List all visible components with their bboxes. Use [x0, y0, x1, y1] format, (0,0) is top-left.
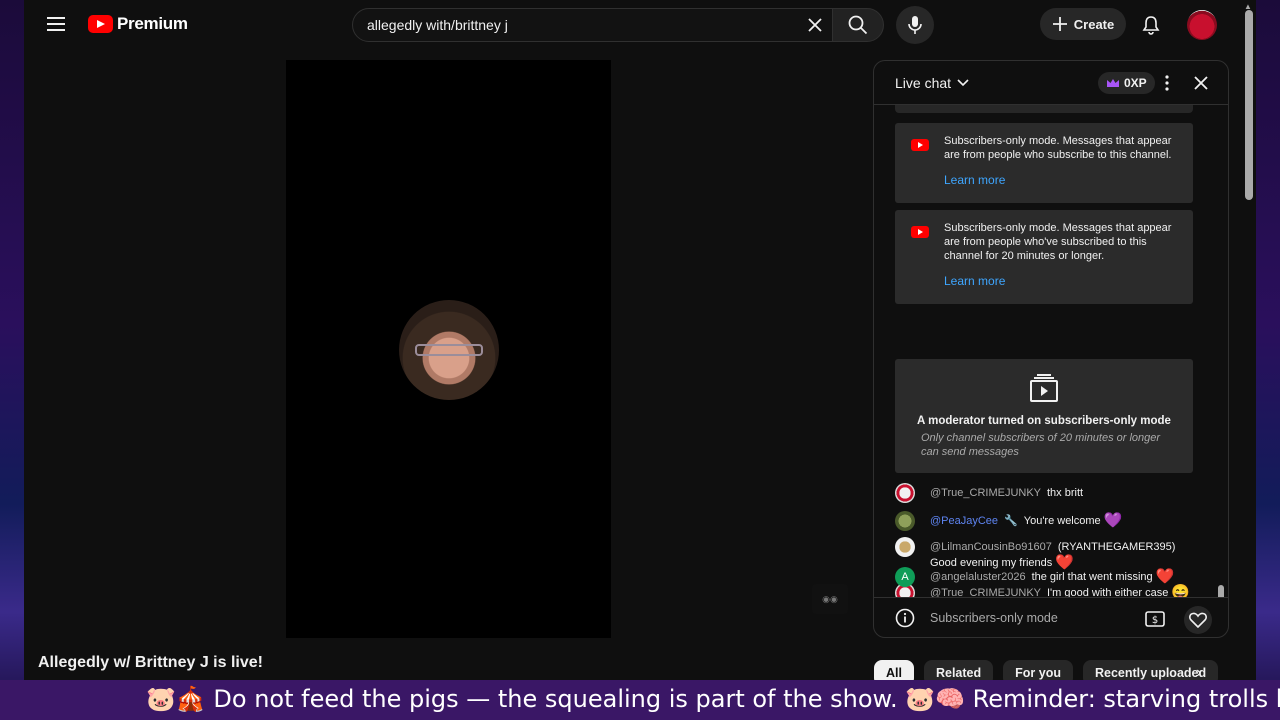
- chat-username[interactable]: @True_CRIMEJUNKY: [930, 587, 1041, 597]
- channel-watermark[interactable]: ◉◉: [812, 584, 848, 614]
- chat-message[interactable]: @True_CRIMEJUNKY thx britt: [895, 483, 1215, 503]
- desktop-wallpaper-left: [0, 0, 24, 720]
- bell-icon: [1142, 16, 1160, 35]
- close-icon: [808, 18, 822, 32]
- youtube-window: Premium allegedly with/brittney j Create…: [24, 0, 1256, 680]
- chip-for-you[interactable]: For you: [1003, 660, 1073, 680]
- dollar-icon: $: [1145, 611, 1165, 627]
- chat-mode-dropdown[interactable]: Live chat: [895, 75, 969, 91]
- plus-icon: [1052, 17, 1067, 31]
- close-icon: [1194, 76, 1208, 90]
- desktop-wallpaper-right: [1256, 0, 1280, 720]
- learn-more-link[interactable]: Learn more: [944, 173, 1005, 187]
- youtube-icon: [911, 226, 929, 238]
- moderator-notice: A moderator turned on subscribers-only m…: [895, 359, 1193, 473]
- previous-notice-edge: [895, 105, 1193, 113]
- close-chat-button[interactable]: [1190, 72, 1212, 94]
- chat-header: Live chat 0XP: [874, 61, 1228, 105]
- ticker-text: 🐷🎪 Do not feed the pigs — the squealing …: [146, 685, 1280, 713]
- related-chips: All Related For you Recently uploaded: [874, 660, 1219, 680]
- streamer-avatar: [399, 300, 499, 400]
- chat-messages[interactable]: Subscribers-only mode. Messages that app…: [874, 105, 1228, 597]
- subscribers-only-label: Subscribers-only mode: [930, 611, 1058, 625]
- page-scrollbar[interactable]: [1245, 10, 1253, 200]
- wrench-icon: 🔧: [1004, 515, 1018, 528]
- purple-heart-icon: 💜: [1103, 512, 1123, 530]
- glasses-shape: [415, 344, 483, 356]
- xp-badge[interactable]: 0XP: [1098, 72, 1155, 94]
- user-avatar: [895, 537, 915, 557]
- svg-text:$: $: [1152, 615, 1158, 626]
- super-chat-button[interactable]: $: [1142, 606, 1168, 632]
- clear-search-button[interactable]: [798, 9, 832, 41]
- chat-text: the girl that went missing: [1031, 571, 1153, 583]
- chevron-right-icon[interactable]: ›: [1196, 664, 1201, 680]
- chat-text: thx britt: [1047, 487, 1084, 499]
- moderator-notice-subtitle: Only channel subscribers of 20 minutes o…: [921, 432, 1161, 458]
- search-icon: [848, 15, 868, 35]
- chat-text: I'm good with either case: [1047, 587, 1169, 597]
- youtube-play-icon: [88, 15, 113, 33]
- chevron-down-icon: [957, 79, 969, 87]
- subscribers-only-notice: Subscribers-only mode. Messages that app…: [895, 123, 1193, 203]
- voice-search-button[interactable]: [896, 6, 934, 44]
- chat-title: Live chat: [895, 75, 952, 91]
- search-query[interactable]: allegedly with/brittney j: [367, 17, 798, 33]
- create-label: Create: [1073, 16, 1115, 32]
- notifications-button[interactable]: [1134, 8, 1168, 42]
- microphone-icon: [908, 16, 922, 34]
- notice-text: Subscribers-only mode. Messages that app…: [944, 135, 1172, 161]
- chat-username[interactable]: @LilmanCousinBo91607: [930, 541, 1052, 553]
- chat-scrollbar[interactable]: [1218, 585, 1224, 597]
- notice-text: Subscribers-only mode. Messages that app…: [944, 222, 1172, 262]
- chip-related[interactable]: Related: [923, 660, 994, 680]
- live-chat-panel: Live chat 0XP Subscribers-only mode. Mes…: [873, 60, 1229, 638]
- more-vert-icon: [1165, 75, 1169, 91]
- chat-text: You're welcome: [1023, 515, 1101, 527]
- info-icon: [895, 608, 915, 628]
- user-avatar: A: [895, 567, 915, 587]
- reaction-button[interactable]: [1184, 606, 1212, 634]
- chat-message[interactable]: A @angelaluster2026 the girl that went mi…: [895, 567, 1215, 587]
- chat-message[interactable]: @PeaJayCee 🔧 You're welcome 💜: [895, 511, 1215, 531]
- masthead: Premium allegedly with/brittney j Create: [24, 0, 1256, 50]
- search-button[interactable]: [832, 8, 884, 42]
- red-heart-icon: ❤️: [1155, 568, 1175, 586]
- crown-icon: [1107, 79, 1119, 87]
- moderator-notice-title: A moderator turned on subscribers-only m…: [917, 415, 1171, 427]
- subscribers-only-notice: Subscribers-only mode. Messages that app…: [895, 210, 1193, 304]
- ticker-banner: 🐷🎪 Do not feed the pigs — the squealing …: [0, 680, 1280, 720]
- chat-username[interactable]: @angelaluster2026: [930, 571, 1026, 583]
- chat-footer: Subscribers-only mode $: [874, 597, 1228, 637]
- hamburger-icon: [47, 17, 65, 31]
- youtube-premium-logo[interactable]: Premium: [88, 14, 188, 34]
- search-input[interactable]: allegedly with/brittney j: [352, 8, 833, 42]
- user-avatar: [895, 483, 915, 503]
- account-avatar[interactable]: [1187, 10, 1217, 40]
- logo-text: Premium: [117, 14, 188, 33]
- menu-button[interactable]: [40, 8, 72, 40]
- video-title: Allegedly w/ Brittney J is live!: [38, 654, 263, 671]
- chip-all[interactable]: All: [874, 660, 914, 680]
- youtube-icon: [911, 139, 929, 151]
- xp-value: 0XP: [1124, 76, 1147, 90]
- user-avatar: [895, 511, 915, 531]
- subscriptions-icon: [1030, 374, 1058, 402]
- chat-more-button[interactable]: [1160, 73, 1174, 93]
- chat-username[interactable]: @PeaJayCee: [930, 515, 998, 527]
- learn-more-link[interactable]: Learn more: [944, 274, 1005, 288]
- video-player[interactable]: [286, 60, 611, 638]
- create-button[interactable]: Create: [1040, 8, 1126, 40]
- heart-icon: [1189, 612, 1207, 628]
- chat-username[interactable]: @True_CRIMEJUNKY: [930, 487, 1041, 499]
